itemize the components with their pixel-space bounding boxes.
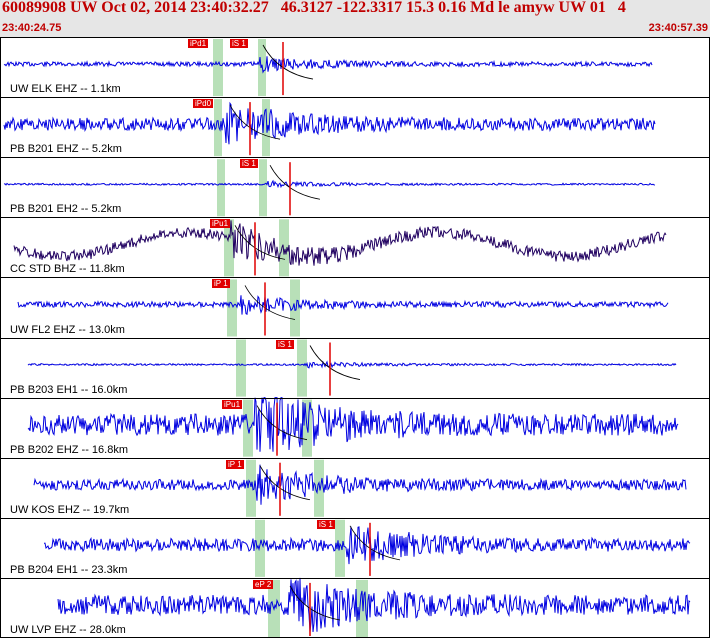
time-end-label: 23:40:57.39 [648, 22, 708, 34]
event-header: 60089908 UW Oct 02, 2014 23:40:32.27 46.… [0, 0, 710, 37]
chart-border [0, 37, 710, 638]
event-title: 60089908 UW Oct 02, 2014 23:40:32.27 46.… [2, 0, 626, 16]
time-start-label: 23:40:24.75 [2, 22, 62, 34]
seismogram-display[interactable]: iPd1 iS 1 UW ELK EHZ -- 1.1km iPd0 PB B201 E… [0, 37, 710, 638]
